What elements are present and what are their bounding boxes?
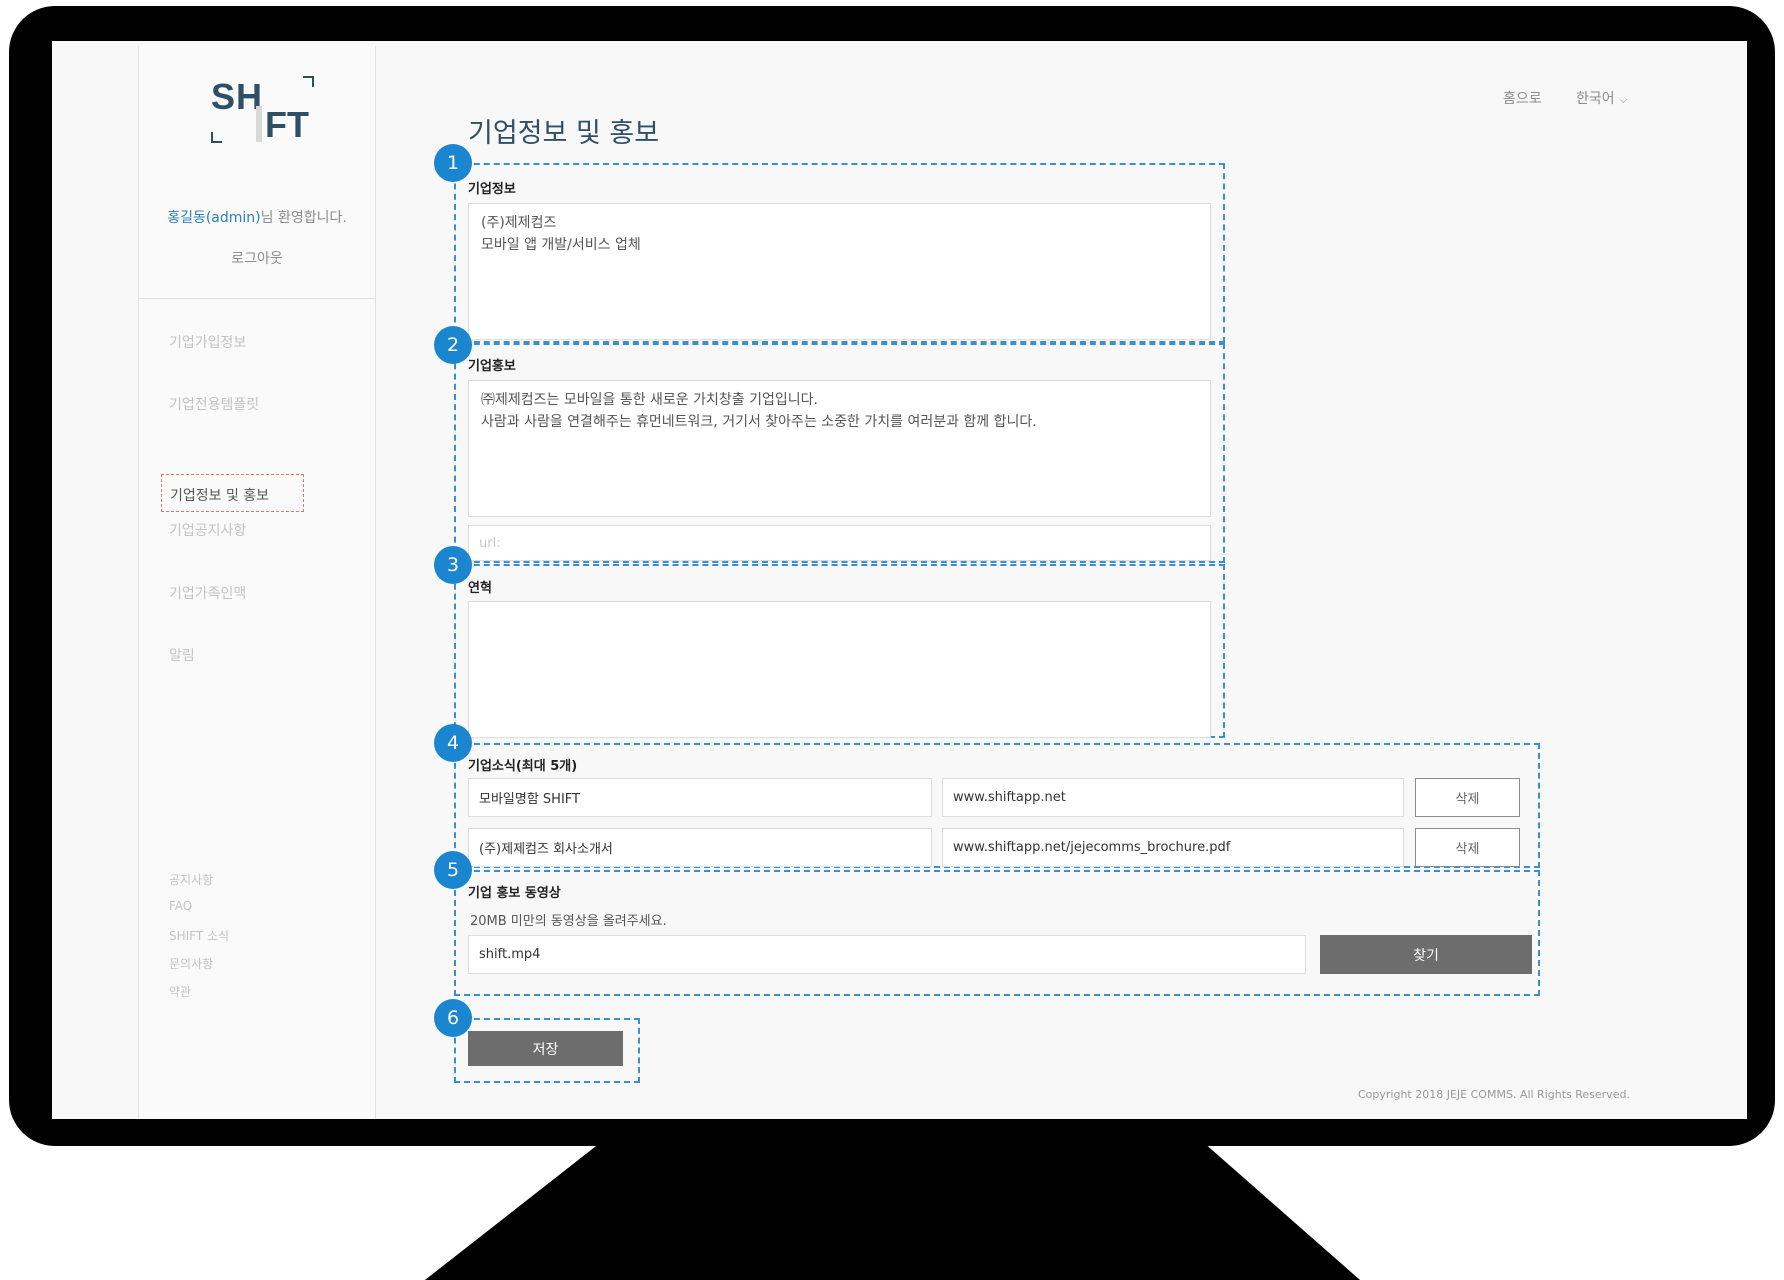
delete-button-2[interactable]: 삭제 [1415,828,1520,867]
video-file-input[interactable]: shift.mp4 [468,935,1306,974]
badge-4: 4 [434,724,472,762]
sidebar-header: SH FT 홍길동(admin)님 환영합니다. 로그아웃 [139,46,375,299]
video-file-value: shift.mp4 [479,947,541,962]
news-url-value-2: www.shiftapp.net/jejecomms_brochure.pdf [953,840,1231,855]
badge-2: 2 [434,326,472,364]
company-info-line-2: 모바일 앱 개발/서비스 업체 [481,237,641,253]
sidebar-item-company-info[interactable]: 기업정보 및 홍보 [161,474,304,512]
company-promo-line-1: ㈜제제컴즈는 모바일을 통한 새로운 가치창출 기업입니다. [481,392,818,408]
logo-corner-top-right [303,76,314,87]
shift-logo[interactable]: SH FT [211,76,314,146]
footer-link-inquiry[interactable]: 문의사항 [169,955,213,972]
video-label: 기업 홍보 동영상 [468,886,561,901]
company-info-line-1: (주)제제컴즈 [481,215,557,231]
section-video-box [454,870,1540,996]
url-placeholder: url: [479,535,501,551]
footer-link-terms[interactable]: 약관 [169,983,191,1000]
logo-bar [256,106,262,142]
logo-text-bottom: FT [265,104,309,145]
sidebar-item-notices[interactable]: 기업공지사항 [169,520,246,540]
save-button[interactable]: 저장 [468,1031,623,1066]
company-promo-label: 기업홍보 [468,359,516,374]
delete-button-1[interactable]: 삭제 [1415,778,1520,817]
copyright: Copyright 2018 JEJE COMMS. All Rights Re… [1358,1088,1630,1101]
news-label: 기업소식(최대 5개) [468,759,578,774]
news-title-input-2[interactable]: (주)제제컴즈 회사소개서 [468,828,932,867]
user-name: 홍길동(admin) [167,210,261,226]
language-label: 한국어 [1576,91,1615,107]
language-select[interactable]: 한국어 ⌵ [1576,88,1627,108]
find-file-button[interactable]: 찾기 [1320,935,1532,974]
welcome-message: 홍길동(admin)님 환영합니다. [139,207,375,227]
logo-corner-bottom-left [211,132,222,143]
footer-link-news[interactable]: SHIFT 소식 [169,927,229,944]
badge-3: 3 [434,546,472,584]
news-url-value-1: www.shiftapp.net [953,790,1066,805]
company-info-label: 기업정보 [468,182,516,197]
history-label: 연혁 [468,581,492,596]
news-title-input-1[interactable]: 모바일명함 SHIFT [468,778,932,817]
company-promo-line-2: 사람과 사람을 연결해주는 휴먼네트워크, 거기서 찾아주는 소중한 가치를 여… [481,414,1037,430]
footer-link-notice[interactable]: 공지사항 [169,871,213,888]
welcome-suffix: 님 환영합니다. [260,210,347,226]
page-title: 기업정보 및 홍보 [468,118,660,149]
video-hint: 20MB 미만의 동영상을 올려주세요. [470,914,667,929]
sidebar-item-family-network[interactable]: 기업가족인맥 [169,583,246,603]
monitor-frame: SH FT 홍길동(admin)님 환영합니다. 로그아웃 기업가입정보 기업전… [9,6,1775,1146]
sidebar-item-company-signup[interactable]: 기업가입정보 [169,332,246,352]
news-url-input-1[interactable]: www.shiftapp.net [942,778,1404,817]
home-link[interactable]: 홈으로 [1503,88,1542,108]
promo-url-input[interactable]: url: [468,525,1211,561]
screen: SH FT 홍길동(admin)님 환영합니다. 로그아웃 기업가입정보 기업전… [52,41,1747,1119]
badge-6: 6 [434,999,472,1037]
sidebar-item-alerts[interactable]: 알림 [169,645,195,665]
sidebar-item-templates[interactable]: 기업전용템플릿 [169,394,259,414]
company-promo-textarea[interactable]: ㈜제제컴즈는 모바일을 통한 새로운 가치창출 기업입니다. 사람과 사람을 연… [468,380,1211,517]
news-title-value-2: (주)제제컴즈 회사소개서 [479,842,613,857]
history-textarea[interactable] [468,601,1211,738]
chevron-down-icon: ⌵ [1619,93,1628,106]
badge-5: 5 [434,851,472,889]
news-url-input-2[interactable]: www.shiftapp.net/jejecomms_brochure.pdf [942,828,1404,867]
monitor-stand [425,1146,1360,1280]
footer-link-faq[interactable]: FAQ [169,899,192,913]
company-info-textarea[interactable]: (주)제제컴즈 모바일 앱 개발/서비스 업체 [468,203,1211,340]
sidebar: SH FT 홍길동(admin)님 환영합니다. 로그아웃 기업가입정보 기업전… [138,46,376,1119]
badge-1: 1 [434,144,472,182]
logout-link[interactable]: 로그아웃 [139,248,375,268]
news-title-value-1: 모바일명함 SHIFT [479,792,580,807]
